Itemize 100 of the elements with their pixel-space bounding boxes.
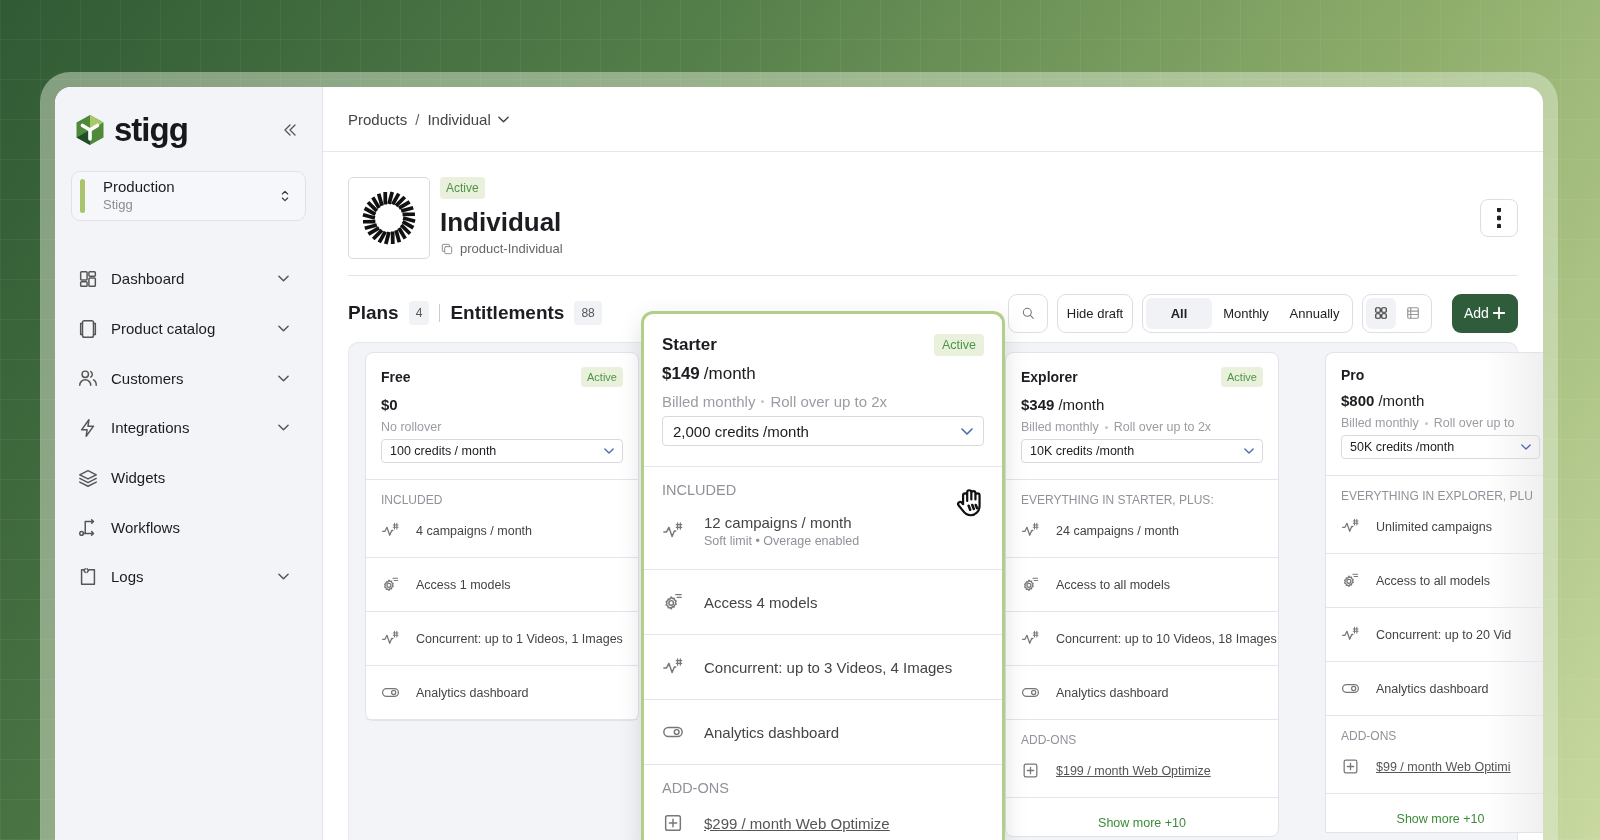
hide-draft-button[interactable]: Hide draft (1057, 293, 1133, 333)
sidebar-item[interactable]: Product catalog (71, 303, 306, 354)
chevron-down-icon (497, 115, 509, 123)
billing-period: /month (1378, 392, 1425, 409)
section-label: ADD-ONS (1341, 729, 1398, 743)
billing-note: Billed monthly (1021, 420, 1099, 434)
plus-icon (1490, 304, 1508, 322)
plus-square-icon (662, 812, 684, 834)
table-view-icon (1404, 304, 1422, 322)
breadcrumb-separator: / (415, 110, 420, 128)
sidebar-item[interactable]: Logs (71, 552, 306, 602)
tab[interactable]: Entitlements 88 (450, 301, 602, 325)
plan-price: $0 (381, 396, 398, 413)
section-label: EVERYTHING IN STARTER, PLUS: (1021, 493, 1215, 507)
credits-dropdown[interactable]: 100 credits / month (381, 439, 623, 463)
gear-icon (381, 575, 400, 594)
billing-note: No rollover (381, 420, 442, 434)
organization-name: Stigg (103, 196, 134, 214)
feature-text: Access to all models (1376, 573, 1490, 588)
feature-text: Concurrent: up to 20 Vid (1376, 627, 1512, 642)
breadcrumb-dropdown[interactable]: Individual (427, 110, 509, 128)
billing-note: Billed monthly (662, 393, 756, 410)
status-badge: Active (933, 334, 984, 356)
feature-note: Soft limit • Overage enabled (704, 534, 860, 548)
plan-price: $800 (1341, 392, 1375, 409)
show-more-link[interactable]: Show more +10 (1396, 812, 1485, 826)
feature-text: 4 campaigns / month (416, 523, 533, 538)
feature-text: Analytics dashboard (1376, 681, 1489, 696)
sidebar-item[interactable]: Integrations (71, 403, 306, 453)
section-label: ADD-ONS (1021, 733, 1078, 747)
chevron-down-icon (1244, 448, 1254, 454)
feature-text: Concurrent: up to 10 Videos, 18 Images (1056, 631, 1277, 646)
plan-price: $149 (662, 364, 700, 384)
feature-text: Concurrent: up to 1 Videos, 1 Images (416, 631, 623, 646)
plan-name: Explorer (1021, 369, 1078, 385)
credits-dropdown[interactable]: 50K credits /month (1341, 435, 1540, 459)
count-badge: 4 (408, 301, 430, 325)
billing-note: Roll over up to (1433, 416, 1515, 430)
feature-text: 12 campaigns / month (704, 514, 853, 531)
period-option[interactable]: Annually (1280, 297, 1349, 329)
addon-link[interactable]: $199 / month Web Optimize (1056, 763, 1211, 778)
plan-name: Pro (1341, 367, 1365, 383)
plus-square-icon (1021, 761, 1040, 780)
section-label: INCLUDED (381, 493, 444, 507)
billing-note: Roll over up to 2x (770, 393, 888, 410)
section-label: ADD-ONS (662, 780, 730, 796)
separator-dot (1424, 421, 1428, 425)
sidebar-item[interactable]: Widgets (71, 452, 306, 503)
catalog-icon (77, 317, 99, 340)
separator-dot (761, 400, 765, 403)
billing-period: /month (703, 364, 756, 384)
sidebar-item[interactable]: Customers (71, 353, 306, 404)
plus-square-icon (1341, 757, 1360, 776)
product-title: Individual (440, 207, 562, 237)
section-label: INCLUDED (662, 482, 738, 498)
show-more-link[interactable]: Show more +10 (1098, 816, 1186, 830)
grid-view-icon (1372, 304, 1390, 322)
sidebar-item[interactable]: Dashboard (71, 254, 306, 304)
feature-text: Analytics dashboard (704, 723, 840, 741)
environment-selector[interactable]: Production Stigg (71, 171, 306, 221)
billing-note: Roll over up to 2x (1113, 420, 1212, 434)
billing-note: Billed monthly (1341, 416, 1419, 430)
gear-icon (662, 591, 684, 613)
chevron-down-icon (961, 427, 973, 435)
gear-icon (1341, 571, 1360, 590)
feature-text: Concurrent: up to 3 Videos, 4 Images (704, 658, 953, 676)
environment-name: Production (103, 178, 176, 196)
logo-text: stigg (114, 112, 188, 148)
period-option[interactable]: All (1146, 297, 1212, 329)
plan-name: Free (381, 369, 411, 385)
feature-text: Access 4 models (704, 593, 818, 611)
credits-dropdown[interactable]: 2,000 credits /month (662, 416, 984, 446)
add-button[interactable]: Add (1452, 293, 1518, 333)
copy-icon[interactable] (440, 241, 454, 256)
sidebar-item[interactable]: Workflows (71, 502, 306, 553)
more-button[interactable] (1480, 199, 1518, 237)
separator-dot (1104, 425, 1108, 429)
tab[interactable]: Plans 4 (348, 301, 430, 325)
feature-text: 24 campaigns / month (1056, 523, 1179, 538)
addon-link[interactable]: $99 / month Web Optimi (1376, 759, 1511, 774)
status-badge: Active (440, 177, 485, 199)
environment-indicator (80, 179, 85, 213)
more-icon (1497, 208, 1501, 228)
billing-period: /month (1058, 396, 1105, 413)
count-badge: 88 (574, 301, 602, 325)
plan-name: Starter (662, 335, 717, 355)
chevron-down-icon (604, 448, 614, 454)
period-option[interactable]: Monthly (1214, 297, 1278, 329)
plan-price: $349 (1021, 396, 1055, 413)
feature-text: Analytics dashboard (416, 685, 529, 700)
section-label: EVERYTHING IN EXPLORER, PLU (1341, 489, 1534, 503)
gear-icon (1021, 575, 1040, 594)
chevron-down-icon (1521, 444, 1531, 450)
feature-text: Unlimited campaigns (1376, 519, 1493, 534)
addon-link[interactable]: $299 / month Web Optimize (704, 814, 890, 832)
search-icon (1020, 305, 1036, 321)
feature-text: Access 1 models (416, 577, 511, 592)
breadcrumb-link[interactable]: Products (348, 110, 408, 128)
credits-dropdown[interactable]: 10K credits /month (1021, 439, 1263, 463)
view-option[interactable] (1366, 297, 1396, 329)
